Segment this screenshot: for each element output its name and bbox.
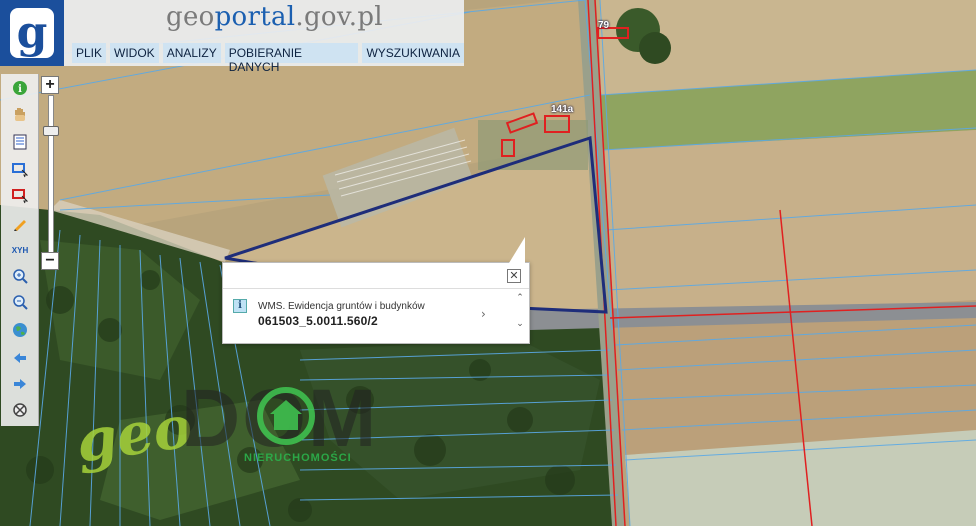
site-title-part3: .gov.pl bbox=[295, 2, 383, 32]
popup-pointer bbox=[509, 237, 525, 263]
zoom-out-button[interactable]: − bbox=[41, 252, 59, 270]
logo-letter: g bbox=[10, 8, 54, 58]
parcel-number-label: 141a bbox=[551, 104, 574, 115]
site-title-part2: portal bbox=[214, 2, 296, 32]
parcel-number-label: 79 bbox=[598, 20, 610, 31]
zoom-slider-track[interactable] bbox=[48, 95, 54, 260]
popup-parcel-id: 061503_5.0011.560/2 bbox=[258, 314, 378, 328]
tool-palette: i XYH bbox=[1, 74, 39, 426]
site-title-part1: geo bbox=[166, 2, 215, 32]
menu-item-plik[interactable]: PLIK bbox=[72, 43, 107, 63]
back-arrow-icon[interactable] bbox=[9, 348, 31, 368]
zoom-out-icon[interactable] bbox=[9, 292, 31, 312]
layers-list-icon[interactable] bbox=[9, 132, 31, 152]
zoom-control: + − bbox=[41, 76, 59, 270]
globe-icon[interactable] bbox=[9, 320, 31, 340]
main-menu: PLIK WIDOK ANALIZY POBIERANIE DANYCH WYS… bbox=[72, 43, 464, 74]
select-area-icon[interactable] bbox=[9, 160, 31, 180]
scroll-down-icon[interactable]: ⌄ bbox=[515, 319, 525, 329]
info-icon[interactable]: i bbox=[9, 78, 31, 98]
feature-info-popup: ✕ i WMS. Ewidencja gruntów i budynków 06… bbox=[222, 237, 530, 344]
zoom-in-icon[interactable] bbox=[9, 266, 31, 286]
edit-pencil-icon[interactable] bbox=[9, 214, 31, 234]
menu-item-pobieranie-danych[interactable]: POBIERANIE DANYCH bbox=[224, 43, 359, 74]
popup-scrollbar[interactable]: ⌃ ⌄ bbox=[515, 293, 525, 339]
popup-divider bbox=[223, 288, 529, 289]
popup-layer-name: WMS. Ewidencja gruntów i budynków bbox=[258, 301, 425, 312]
svg-text:i: i bbox=[18, 84, 22, 95]
menu-item-analizy[interactable]: ANALIZY bbox=[162, 43, 221, 63]
select-object-icon[interactable] bbox=[9, 186, 31, 206]
xyh-coordinates-icon[interactable]: XYH bbox=[9, 240, 31, 260]
clear-icon[interactable] bbox=[9, 400, 31, 420]
site-title: geoportal.gov.pl bbox=[166, 2, 383, 32]
scroll-up-icon[interactable]: ⌃ bbox=[515, 293, 525, 303]
pan-hand-icon[interactable] bbox=[9, 104, 31, 124]
layer-info-icon: i bbox=[233, 299, 247, 313]
popup-close-button[interactable]: ✕ bbox=[507, 269, 521, 283]
geoportal-logo[interactable]: g bbox=[0, 0, 64, 66]
forward-arrow-icon[interactable] bbox=[9, 374, 31, 394]
menu-item-widok[interactable]: WIDOK bbox=[110, 43, 159, 63]
app-header: g geoportal.gov.pl PLIK WIDOK ANALIZY PO… bbox=[0, 0, 464, 74]
zoom-slider-handle[interactable] bbox=[43, 126, 59, 136]
zoom-in-button[interactable]: + bbox=[41, 76, 59, 94]
menu-item-wyszukiwania[interactable]: WYSZUKIWANIA bbox=[362, 43, 464, 63]
popup-next-arrow-icon[interactable]: › bbox=[481, 307, 486, 321]
xyh-label: XYH bbox=[11, 245, 29, 255]
